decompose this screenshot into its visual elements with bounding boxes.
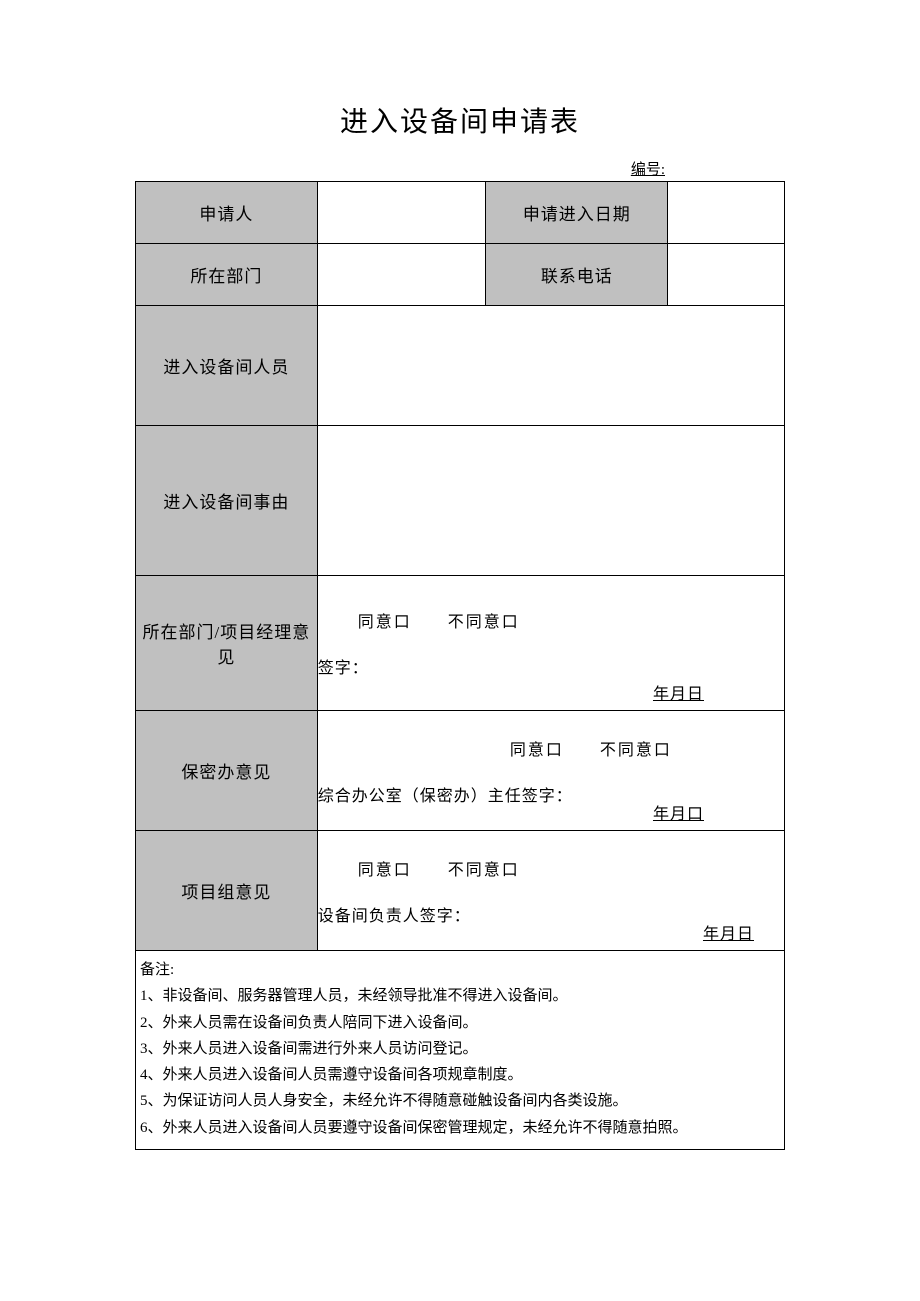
notes-title: 备注: [140, 957, 780, 983]
notes-item: 1、非设备间、服务器管理人员，未经领导批准不得进入设备间。 [140, 983, 780, 1009]
date-label: 年月日 [653, 680, 704, 704]
label-reason: 进入设备间事由 [136, 426, 318, 576]
agree-checkbox-label: 同意口 [358, 614, 412, 631]
table-row: 进入设备间事由 [136, 426, 785, 576]
table-row: 所在部门 联系电话 [136, 244, 785, 306]
agree-checkbox-label: 同意口 [358, 862, 412, 879]
disagree-checkbox-label: 不同意口 [448, 614, 520, 631]
notes-section: 备注: 1、非设备间、服务器管理人员，未经领导批准不得进入设备间。 2、外来人员… [135, 951, 785, 1150]
label-department: 所在部门 [136, 244, 318, 306]
field-reason[interactable] [317, 426, 784, 576]
field-security-opinion[interactable]: 同意口 不同意口 综合办公室（保密办）主任签字： 年月口 [317, 711, 784, 831]
notes-item: 6、外来人员进入设备间人员要遵守设备间保密管理规定，未经允许不得随意拍照。 [140, 1115, 780, 1141]
disagree-checkbox-label: 不同意口 [600, 742, 672, 759]
serial-number-label: 编号: [135, 158, 785, 179]
label-dept-opinion: 所在部门/项目经理意见 [136, 576, 318, 711]
agree-checkbox-label: 同意口 [510, 742, 564, 759]
notes-item: 4、外来人员进入设备间人员需遵守设备间各项规章制度。 [140, 1062, 780, 1088]
label-personnel: 进入设备间人员 [136, 306, 318, 426]
table-row: 保密办意见 同意口 不同意口 综合办公室（保密办）主任签字： 年月口 [136, 711, 785, 831]
label-project-opinion: 项目组意见 [136, 831, 318, 951]
application-form-table: 申请人 申请进入日期 所在部门 联系电话 进入设备间人员 进入设备间事由 所在部… [135, 181, 785, 951]
date-label: 年月口 [653, 800, 704, 824]
table-row: 所在部门/项目经理意见 同意口 不同意口 签字： 年月日 [136, 576, 785, 711]
security-signature-label: 综合办公室（保密办）主任签字： [318, 782, 784, 806]
field-personnel[interactable] [317, 306, 784, 426]
label-applicant: 申请人 [136, 182, 318, 244]
field-applicant[interactable] [317, 182, 486, 244]
field-phone[interactable] [668, 244, 785, 306]
label-phone: 联系电话 [486, 244, 668, 306]
notes-item: 5、为保证访问人员人身安全，未经允许不得随意碰触设备间内各类设施。 [140, 1088, 780, 1114]
field-department[interactable] [317, 244, 486, 306]
document-title: 进入设备间申请表 [135, 100, 785, 140]
signature-label: 签字： [318, 654, 784, 678]
field-dept-opinion[interactable]: 同意口 不同意口 签字： 年月日 [317, 576, 784, 711]
label-apply-date: 申请进入日期 [486, 182, 668, 244]
field-apply-date[interactable] [668, 182, 785, 244]
label-security-opinion: 保密办意见 [136, 711, 318, 831]
notes-item: 2、外来人员需在设备间负责人陪同下进入设备间。 [140, 1010, 780, 1036]
table-row: 进入设备间人员 [136, 306, 785, 426]
field-project-opinion[interactable]: 同意口 不同意口 设备间负责人签字： 年月日 [317, 831, 784, 951]
table-row: 申请人 申请进入日期 [136, 182, 785, 244]
date-label: 年月日 [703, 920, 754, 944]
notes-item: 3、外来人员进入设备间需进行外来人员访问登记。 [140, 1036, 780, 1062]
table-row: 项目组意见 同意口 不同意口 设备间负责人签字： 年月日 [136, 831, 785, 951]
disagree-checkbox-label: 不同意口 [448, 862, 520, 879]
